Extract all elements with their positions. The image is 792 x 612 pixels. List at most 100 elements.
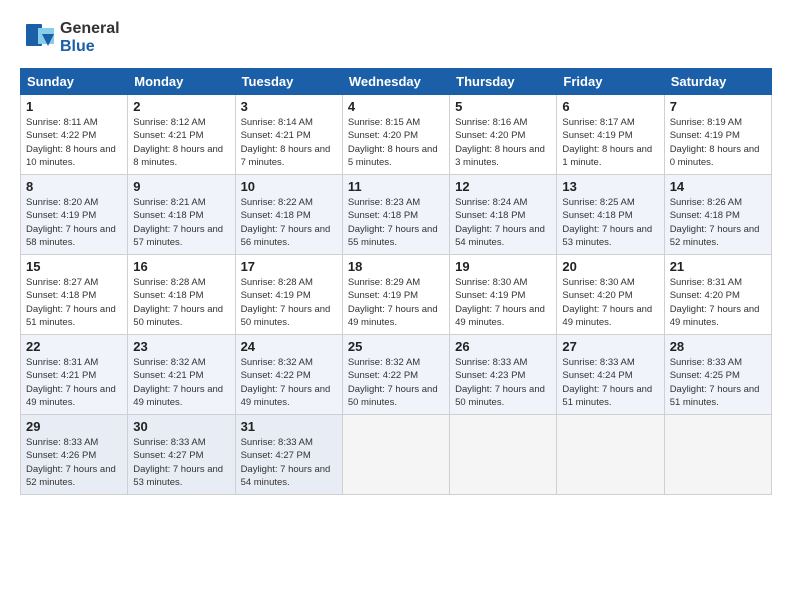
calendar-cell: 27 Sunrise: 8:33 AM Sunset: 4:24 PM Dayl… [557,335,664,415]
day-info: Sunrise: 8:28 AM Sunset: 4:18 PM Dayligh… [133,277,223,328]
week-row-5: 29 Sunrise: 8:33 AM Sunset: 4:26 PM Dayl… [21,415,772,495]
day-number: 25 [348,339,444,354]
day-info: Sunrise: 8:33 AM Sunset: 4:26 PM Dayligh… [26,437,116,488]
day-number: 31 [241,419,337,434]
calendar-cell: 31 Sunrise: 8:33 AM Sunset: 4:27 PM Dayl… [235,415,342,495]
page: General Blue SundayMondayTuesdayWednesda… [0,0,792,612]
day-info: Sunrise: 8:20 AM Sunset: 4:19 PM Dayligh… [26,197,116,248]
day-info: Sunrise: 8:19 AM Sunset: 4:19 PM Dayligh… [670,117,760,168]
calendar-cell: 21 Sunrise: 8:31 AM Sunset: 4:20 PM Dayl… [664,255,771,335]
col-header-sunday: Sunday [21,69,128,95]
calendar-cell: 7 Sunrise: 8:19 AM Sunset: 4:19 PM Dayli… [664,95,771,175]
day-number: 9 [133,179,229,194]
calendar-cell: 24 Sunrise: 8:32 AM Sunset: 4:22 PM Dayl… [235,335,342,415]
calendar-cell: 2 Sunrise: 8:12 AM Sunset: 4:21 PM Dayli… [128,95,235,175]
calendar-cell: 25 Sunrise: 8:32 AM Sunset: 4:22 PM Dayl… [342,335,449,415]
calendar-header-row: SundayMondayTuesdayWednesdayThursdayFrid… [21,69,772,95]
day-number: 16 [133,259,229,274]
day-number: 26 [455,339,551,354]
col-header-saturday: Saturday [664,69,771,95]
week-row-3: 15 Sunrise: 8:27 AM Sunset: 4:18 PM Dayl… [21,255,772,335]
day-info: Sunrise: 8:17 AM Sunset: 4:19 PM Dayligh… [562,117,652,168]
calendar-cell [450,415,557,495]
day-info: Sunrise: 8:31 AM Sunset: 4:21 PM Dayligh… [26,357,116,408]
calendar-cell: 26 Sunrise: 8:33 AM Sunset: 4:23 PM Dayl… [450,335,557,415]
day-info: Sunrise: 8:12 AM Sunset: 4:21 PM Dayligh… [133,117,223,168]
day-info: Sunrise: 8:11 AM Sunset: 4:22 PM Dayligh… [26,117,116,168]
col-header-thursday: Thursday [450,69,557,95]
day-info: Sunrise: 8:32 AM Sunset: 4:22 PM Dayligh… [241,357,331,408]
day-info: Sunrise: 8:30 AM Sunset: 4:19 PM Dayligh… [455,277,545,328]
calendar-cell: 9 Sunrise: 8:21 AM Sunset: 4:18 PM Dayli… [128,175,235,255]
calendar-cell [342,415,449,495]
logo-general: General [60,20,120,38]
calendar-cell: 14 Sunrise: 8:26 AM Sunset: 4:18 PM Dayl… [664,175,771,255]
calendar-cell: 6 Sunrise: 8:17 AM Sunset: 4:19 PM Dayli… [557,95,664,175]
calendar-cell: 18 Sunrise: 8:29 AM Sunset: 4:19 PM Dayl… [342,255,449,335]
day-info: Sunrise: 8:30 AM Sunset: 4:20 PM Dayligh… [562,277,652,328]
day-number: 19 [455,259,551,274]
day-number: 30 [133,419,229,434]
day-number: 12 [455,179,551,194]
day-number: 8 [26,179,122,194]
calendar-cell: 29 Sunrise: 8:33 AM Sunset: 4:26 PM Dayl… [21,415,128,495]
calendar-cell: 3 Sunrise: 8:14 AM Sunset: 4:21 PM Dayli… [235,95,342,175]
logo-text: General Blue [60,20,120,55]
calendar-cell: 19 Sunrise: 8:30 AM Sunset: 4:19 PM Dayl… [450,255,557,335]
day-info: Sunrise: 8:27 AM Sunset: 4:18 PM Dayligh… [26,277,116,328]
day-number: 15 [26,259,122,274]
day-number: 14 [670,179,766,194]
day-info: Sunrise: 8:32 AM Sunset: 4:22 PM Dayligh… [348,357,438,408]
calendar-cell: 17 Sunrise: 8:28 AM Sunset: 4:19 PM Dayl… [235,255,342,335]
day-number: 3 [241,99,337,114]
calendar-cell: 15 Sunrise: 8:27 AM Sunset: 4:18 PM Dayl… [21,255,128,335]
day-info: Sunrise: 8:33 AM Sunset: 4:27 PM Dayligh… [133,437,223,488]
day-info: Sunrise: 8:22 AM Sunset: 4:18 PM Dayligh… [241,197,331,248]
day-number: 21 [670,259,766,274]
calendar-cell: 12 Sunrise: 8:24 AM Sunset: 4:18 PM Dayl… [450,175,557,255]
calendar-cell [557,415,664,495]
col-header-wednesday: Wednesday [342,69,449,95]
day-info: Sunrise: 8:15 AM Sunset: 4:20 PM Dayligh… [348,117,438,168]
day-info: Sunrise: 8:33 AM Sunset: 4:25 PM Dayligh… [670,357,760,408]
day-number: 6 [562,99,658,114]
calendar-cell: 30 Sunrise: 8:33 AM Sunset: 4:27 PM Dayl… [128,415,235,495]
day-number: 27 [562,339,658,354]
day-number: 7 [670,99,766,114]
calendar-cell: 10 Sunrise: 8:22 AM Sunset: 4:18 PM Dayl… [235,175,342,255]
logo-icon [20,18,60,58]
day-info: Sunrise: 8:25 AM Sunset: 4:18 PM Dayligh… [562,197,652,248]
day-number: 4 [348,99,444,114]
day-info: Sunrise: 8:33 AM Sunset: 4:27 PM Dayligh… [241,437,331,488]
day-number: 10 [241,179,337,194]
day-info: Sunrise: 8:14 AM Sunset: 4:21 PM Dayligh… [241,117,331,168]
week-row-2: 8 Sunrise: 8:20 AM Sunset: 4:19 PM Dayli… [21,175,772,255]
calendar-cell: 23 Sunrise: 8:32 AM Sunset: 4:21 PM Dayl… [128,335,235,415]
day-info: Sunrise: 8:28 AM Sunset: 4:19 PM Dayligh… [241,277,331,328]
day-number: 5 [455,99,551,114]
calendar-cell: 20 Sunrise: 8:30 AM Sunset: 4:20 PM Dayl… [557,255,664,335]
day-number: 29 [26,419,122,434]
day-number: 22 [26,339,122,354]
calendar-cell: 13 Sunrise: 8:25 AM Sunset: 4:18 PM Dayl… [557,175,664,255]
col-header-tuesday: Tuesday [235,69,342,95]
day-info: Sunrise: 8:33 AM Sunset: 4:23 PM Dayligh… [455,357,545,408]
day-number: 1 [26,99,122,114]
day-number: 24 [241,339,337,354]
week-row-4: 22 Sunrise: 8:31 AM Sunset: 4:21 PM Dayl… [21,335,772,415]
calendar-table: SundayMondayTuesdayWednesdayThursdayFrid… [20,68,772,495]
day-number: 2 [133,99,229,114]
day-info: Sunrise: 8:21 AM Sunset: 4:18 PM Dayligh… [133,197,223,248]
day-number: 11 [348,179,444,194]
day-info: Sunrise: 8:33 AM Sunset: 4:24 PM Dayligh… [562,357,652,408]
calendar-cell [664,415,771,495]
day-info: Sunrise: 8:29 AM Sunset: 4:19 PM Dayligh… [348,277,438,328]
day-info: Sunrise: 8:32 AM Sunset: 4:21 PM Dayligh… [133,357,223,408]
col-header-friday: Friday [557,69,664,95]
day-number: 23 [133,339,229,354]
day-number: 13 [562,179,658,194]
day-number: 17 [241,259,337,274]
week-row-1: 1 Sunrise: 8:11 AM Sunset: 4:22 PM Dayli… [21,95,772,175]
day-info: Sunrise: 8:24 AM Sunset: 4:18 PM Dayligh… [455,197,545,248]
calendar-cell: 28 Sunrise: 8:33 AM Sunset: 4:25 PM Dayl… [664,335,771,415]
